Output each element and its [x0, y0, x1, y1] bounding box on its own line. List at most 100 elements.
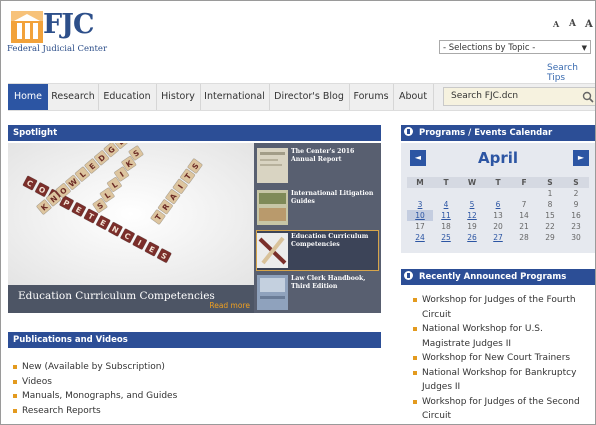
calendar-day [459, 188, 485, 199]
hero-title[interactable]: Education Curriculum Competencies [18, 290, 215, 302]
logo-wordmark: FJC [43, 9, 94, 40]
weekday-label: T [485, 177, 511, 188]
thumb-title: Law Clerk Handbook, Third Edition [291, 275, 366, 290]
nav-item-forums[interactable]: Forums [349, 84, 394, 110]
scrabble-tiles-image: COMPETENCIES SKILLS KNOWLEDGE TRAITS [8, 143, 254, 285]
publications-title: Publications and Videos [13, 335, 128, 345]
thumb-title: The Center's 2016 Annual Report [291, 148, 355, 163]
thumb-curriculum-competencies[interactable]: Education Curriculum Competencies [256, 230, 379, 271]
calendar-day[interactable]: 24 [407, 232, 433, 243]
calendar-day[interactable]: 6 [485, 199, 511, 210]
list-item[interactable]: Workshop for Judges of the Second Circui… [411, 395, 587, 424]
read-more-link[interactable]: Read more [209, 301, 250, 310]
calendar-day: 1 [547, 189, 553, 198]
calendar-day: 23 [571, 222, 581, 231]
thumb-title: International Litigation Guides [291, 190, 374, 205]
calendar-day: 15 [545, 211, 555, 220]
thumb-law-clerk-handbook[interactable]: Law Clerk Handbook, Third Edition [257, 273, 378, 312]
thumb-annual-report[interactable]: The Center's 2016 Annual Report [257, 146, 378, 185]
events-calendar: ◄ April ► M T W T F S S 1 2 3 4 5 6 7 8 9 10 11 12 13 14 15 16… [401, 143, 595, 253]
calendar-day: 21 [519, 222, 529, 231]
calendar-day: 7 [521, 200, 527, 209]
logo-subtitle: Federal Judicial Center [7, 44, 108, 54]
nav-item-history[interactable]: History [156, 84, 201, 110]
calendar-day[interactable]: 5 [459, 199, 485, 210]
calendar-day[interactable]: 26 [459, 232, 485, 243]
calendar-day[interactable]: 11 [433, 210, 459, 221]
calendar-day: 20 [493, 222, 503, 231]
calendar-day: 18 [441, 222, 451, 231]
text-size-large-button[interactable]: A [585, 19, 593, 30]
programs-title: Recently Announced Programs [419, 272, 567, 282]
programs-list: Workshop for Judges of the Fourth Circui… [411, 293, 587, 424]
nav-item-about[interactable]: About [393, 84, 434, 110]
spotlight-hero[interactable]: COMPETENCIES SKILLS KNOWLEDGE TRAITS Edu… [8, 143, 254, 313]
text-size-small-button[interactable]: A [553, 19, 559, 29]
list-item[interactable]: Workshop for New Court Trainers [411, 351, 587, 366]
next-month-button[interactable]: ► [573, 150, 589, 166]
nav-item-international[interactable]: International [200, 84, 270, 110]
calendar-day [433, 188, 459, 199]
calendar-day [511, 188, 537, 199]
search-icon[interactable] [582, 91, 594, 103]
info-icon [404, 127, 413, 136]
nav-item-home[interactable]: Home [8, 84, 48, 110]
calendar-day: 8 [547, 200, 553, 209]
search-tips-link[interactable]: Search Tips [547, 63, 595, 83]
calendar-day: 9 [573, 200, 579, 209]
topic-select-value: - Selections by Topic - [443, 43, 536, 53]
calendar-day [485, 188, 511, 199]
calendar-day[interactable]: 4 [433, 199, 459, 210]
nav-item-education[interactable]: Education [98, 84, 157, 110]
list-item[interactable]: National Workshop for Bankruptcy Judges … [411, 366, 587, 395]
calendar-header: Programs / Events Calendar [401, 125, 595, 141]
nav-item-directors-blog[interactable]: Director's Blog [269, 84, 350, 110]
calendar-day: 14 [519, 211, 529, 220]
guide-cover-icon [257, 190, 288, 225]
report-cover-icon [257, 148, 288, 183]
calendar-title: Programs / Events Calendar [419, 128, 553, 138]
publications-header: Publications and Videos [8, 332, 381, 348]
calendar-day[interactable]: 25 [433, 232, 459, 243]
calendar-month: April [477, 149, 519, 167]
topic-select[interactable]: - Selections by Topic - ▼ [439, 40, 591, 54]
weekday-label: T [433, 177, 459, 188]
list-item[interactable]: New (Available by Subscription) [11, 360, 371, 375]
calendar-day[interactable]: 12 [459, 210, 485, 221]
calendar-day[interactable]: 3 [407, 199, 433, 210]
text-size-medium-button[interactable]: A [569, 19, 576, 29]
calendar-day [407, 188, 433, 199]
calendar-day[interactable]: 10 [407, 210, 433, 221]
logo-mark-icon [11, 11, 43, 43]
calendar-day: 28 [519, 233, 529, 242]
nav-item-research[interactable]: Research [48, 84, 99, 110]
calendar-day: 22 [545, 222, 555, 231]
tiles-thumbnail-icon [257, 233, 288, 268]
weekday-label: M [407, 177, 433, 188]
weekday-label: F [511, 177, 537, 188]
thumb-title: Education Curriculum Competencies [291, 233, 369, 248]
main-nav: Home Research Education History Internat… [8, 83, 595, 111]
page-frame: FJC Federal Judicial Center A A A - Sele… [0, 0, 596, 425]
list-item[interactable]: Videos [11, 375, 371, 390]
search-input[interactable]: Search FJC.dcn [443, 87, 595, 106]
info-icon [404, 271, 413, 280]
search-placeholder: Search FJC.dcn [451, 91, 519, 101]
weekday-label: S [537, 177, 563, 188]
thumb-litigation-guides[interactable]: International Litigation Guides [257, 188, 378, 227]
programs-header: Recently Announced Programs [401, 269, 595, 285]
calendar-grid: M T W T F S S 1 2 3 4 5 6 7 8 9 10 11 12 13 14 15 16 17 18 19 20 21… [407, 177, 589, 243]
calendar-day: 19 [467, 222, 477, 231]
fjc-logo[interactable]: FJC Federal Judicial Center [7, 9, 107, 55]
list-item[interactable]: Workshop for Judges of the Fourth Circui… [411, 293, 587, 322]
calendar-day: 16 [571, 211, 581, 220]
list-item[interactable]: Manuals, Monographs, and Guides [11, 389, 371, 404]
publications-list: New (Available by Subscription) Videos M… [11, 360, 371, 418]
hero-caption: Education Curriculum Competencies Read m… [8, 285, 254, 313]
list-item[interactable]: Research Reports [11, 404, 371, 419]
calendar-day: 2 [573, 189, 579, 198]
calendar-day: 29 [545, 233, 555, 242]
calendar-day[interactable]: 27 [485, 232, 511, 243]
list-item[interactable]: National Workshop for U.S. Magistrate Ju… [411, 322, 587, 351]
weekday-label: W [459, 177, 485, 188]
